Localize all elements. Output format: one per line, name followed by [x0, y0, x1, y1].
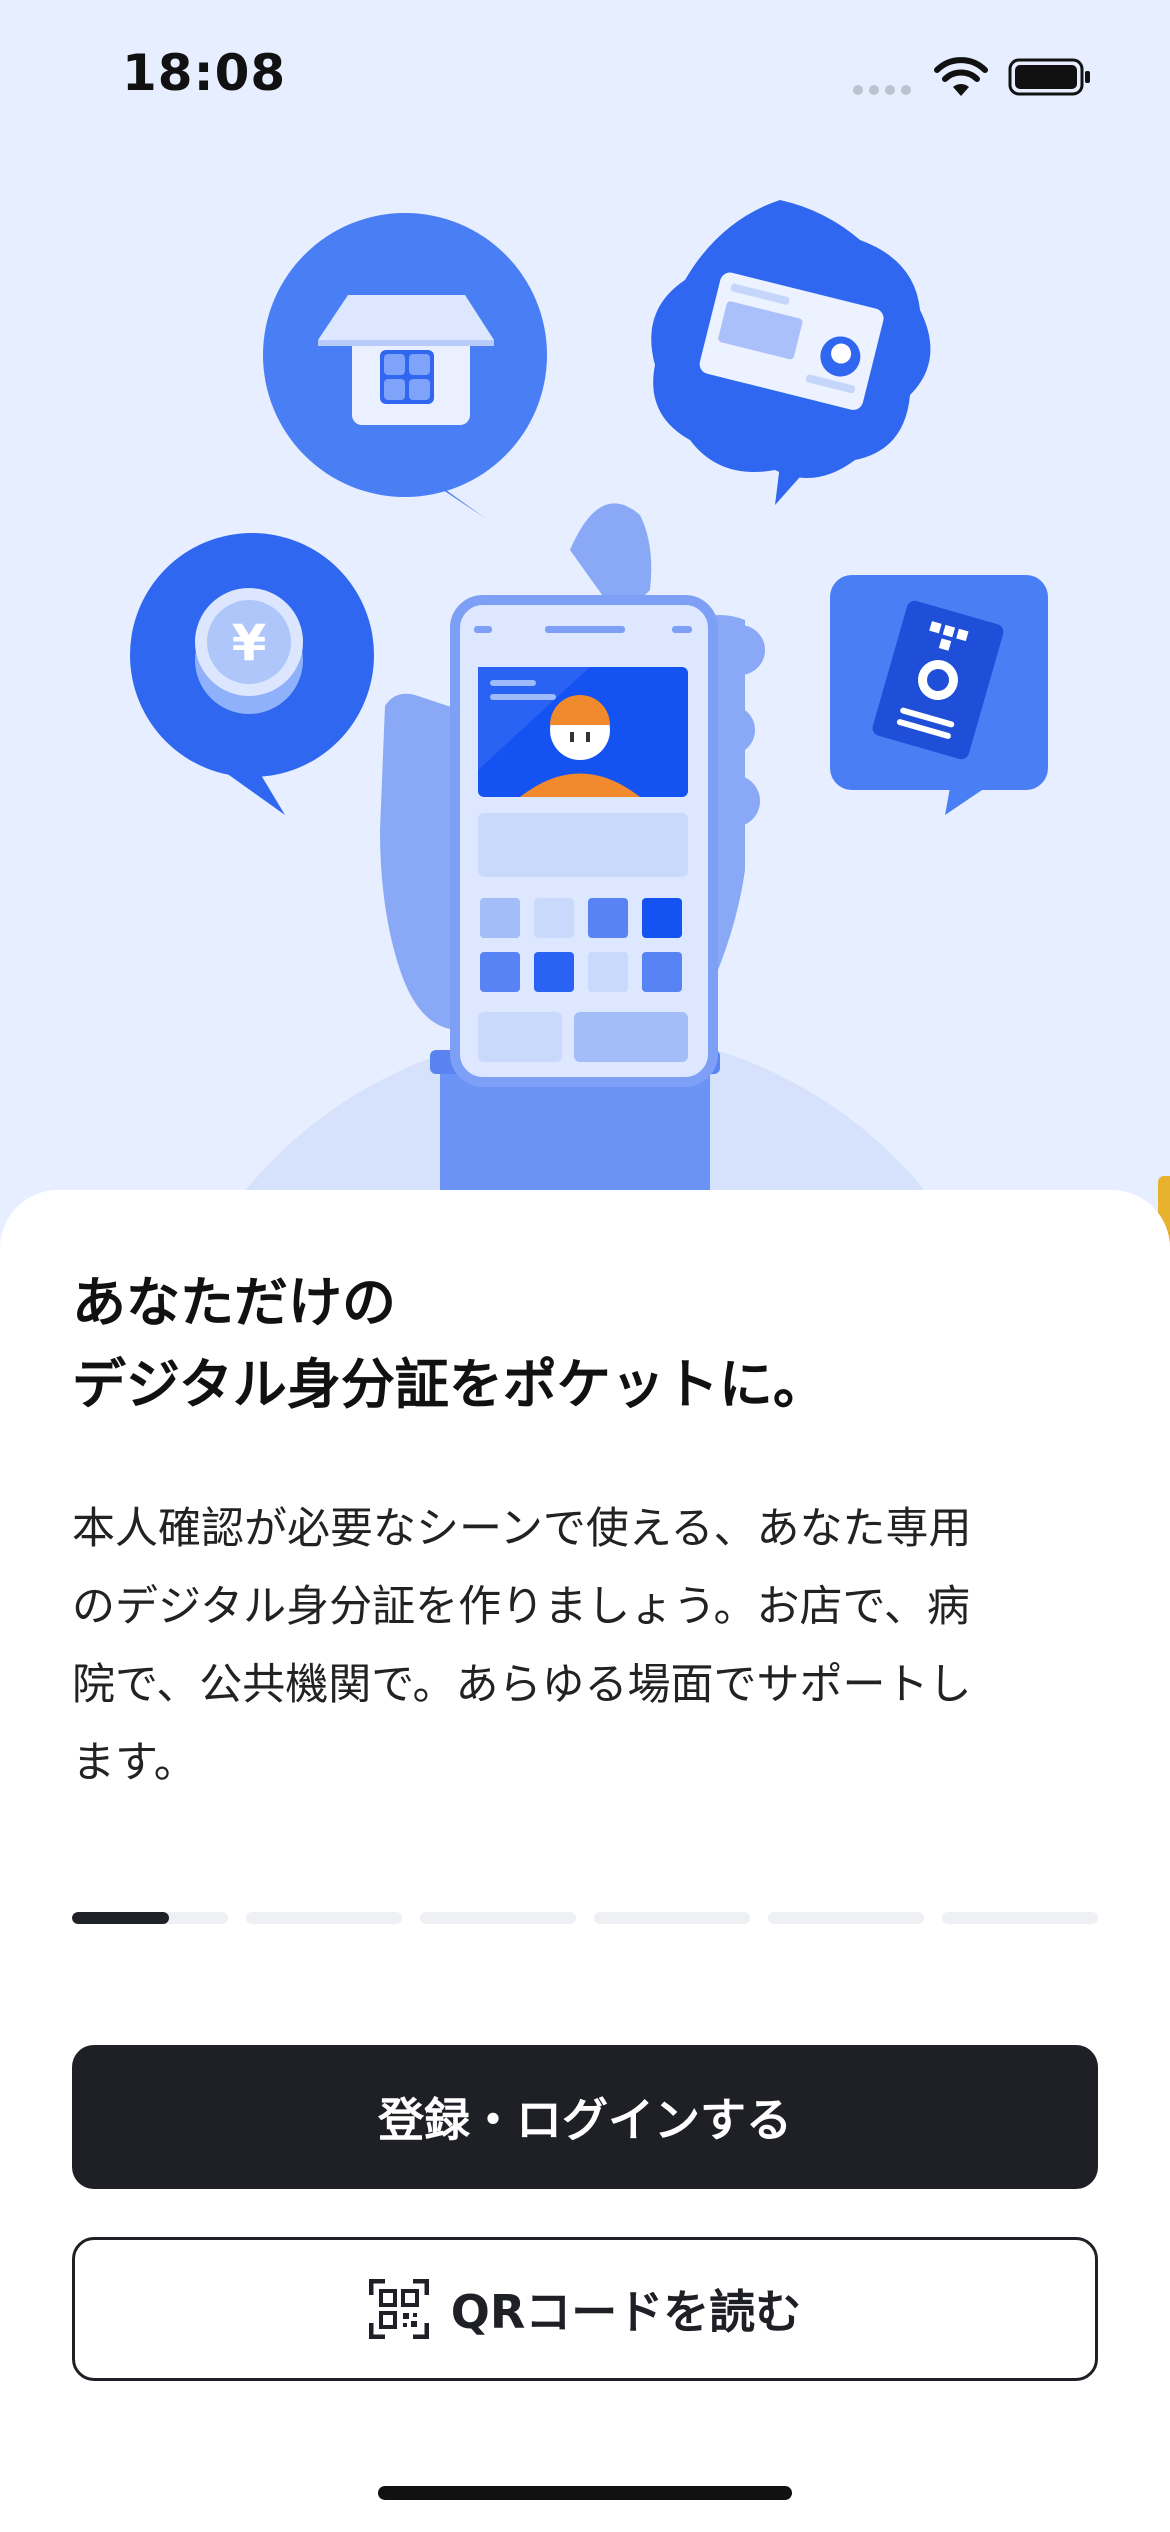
- page-indicator-progress: [72, 1912, 169, 1924]
- page-indicator-segment-2[interactable]: [246, 1912, 402, 1924]
- scan-qr-label: QRコードを読む: [450, 2285, 802, 2339]
- scan-qr-button[interactable]: QRコードを読む: [72, 2237, 1098, 2381]
- onboarding-screen: 18:08 ¥ あなただけの デジタル身分証をポケットに。 本人確認が必要なシー…: [0, 0, 1170, 2532]
- page-indicator-segment-5[interactable]: [768, 1912, 924, 1924]
- status-time: 18:08: [122, 44, 287, 102]
- headline-line-1: あなただけの: [72, 1271, 396, 1334]
- phone-in-hand-illustration: ¥: [130, 200, 1048, 1210]
- shop-bubble-icon: [263, 213, 547, 518]
- register-login-label: 登録・ログインする: [378, 2093, 792, 2147]
- yen-bubble-icon: ¥: [130, 533, 374, 815]
- page-indicator-segment-6[interactable]: [942, 1912, 1098, 1924]
- page-indicator: [72, 1912, 1098, 1924]
- content-sheet: あなただけの デジタル身分証をポケットに。 本人確認が必要なシーンで使える、あな…: [0, 1190, 1170, 2532]
- svg-text:¥: ¥: [232, 614, 267, 672]
- description-line-1: 本人確認が必要なシーンで使える、あなた専用: [72, 1504, 972, 1554]
- description-line-2: のデジタル身分証を作りましょう。お店で、病: [72, 1582, 970, 1632]
- description-line-4: ます。: [72, 1738, 197, 1788]
- page-indicator-segment-4[interactable]: [594, 1912, 750, 1924]
- headline: あなただけの デジタル身分証をポケットに。: [72, 1262, 1102, 1426]
- id-card-badge-icon: [651, 200, 931, 505]
- description: 本人確認が必要なシーンで使える、あなた専用 のデジタル身分証を作りましょう。お店…: [72, 1490, 1102, 1802]
- passport-bubble-icon: [830, 575, 1048, 815]
- page-indicator-segment-3[interactable]: [420, 1912, 576, 1924]
- qr-code-icon: [368, 2279, 429, 2339]
- description-line-3: 院で、公共機関で。あらゆる場面でサポートし: [72, 1660, 972, 1710]
- page-indicator-segment-1[interactable]: [72, 1912, 228, 1924]
- wifi-icon: [934, 57, 988, 96]
- home-indicator[interactable]: [378, 2486, 792, 2500]
- signal-icon: [853, 85, 911, 95]
- battery-icon: [1008, 58, 1090, 96]
- register-login-button[interactable]: 登録・ログインする: [72, 2045, 1098, 2189]
- status-bar: 18:08: [0, 0, 1170, 150]
- phone-illustration: [450, 595, 718, 1087]
- headline-line-2: デジタル身分証をポケットに。: [72, 1353, 827, 1416]
